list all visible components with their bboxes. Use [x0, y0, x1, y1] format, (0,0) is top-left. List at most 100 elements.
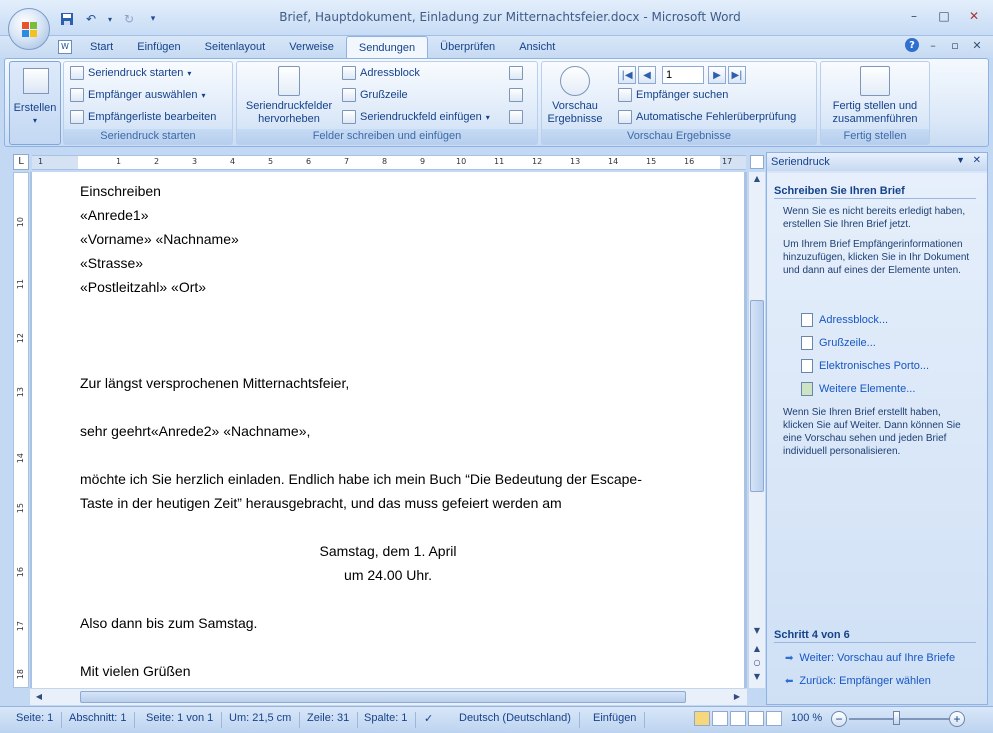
maximize-button[interactable]: □ [931, 6, 957, 26]
match-fields-icon [509, 88, 523, 102]
next-page-icon[interactable]: ▼ [750, 670, 764, 684]
redo-icon[interactable]: ↻ [120, 10, 138, 28]
doc-line[interactable]: Also dann bis zum Samstag. [80, 615, 257, 631]
previous-record-button[interactable]: ◀ [638, 66, 656, 84]
rules-button[interactable] [509, 66, 523, 80]
merge-field-strasse[interactable]: «Strasse» [80, 255, 143, 271]
view-ruler-icon[interactable] [750, 155, 764, 169]
doc-line[interactable]: Zur längst versprochenen Mitternachtsfei… [80, 375, 349, 391]
adressblock-button[interactable]: Adressblock [342, 66, 420, 80]
doc-line[interactable]: möchte ich Sie herzlich einladen. Endlic… [80, 471, 642, 487]
seriendruckfeld-einfuegen-button[interactable]: Seriendruckfeld einfügen ▾ [342, 110, 490, 124]
tab-einfuegen[interactable]: Einfügen [125, 36, 192, 58]
pane-link-porto[interactable]: Elektronisches Porto... [801, 359, 929, 373]
empfaengerliste-bearbeiten-button[interactable]: Empfängerliste bearbeiten [70, 110, 216, 124]
doc-line-date[interactable]: Samstag, dem 1. April [32, 543, 744, 559]
group-erstellen[interactable]: Erstellen ▾ [9, 61, 61, 145]
merge-field-plz-ort[interactable]: «Postleitzahl» «Ort» [80, 279, 206, 295]
proofing-icon[interactable]: ✓ [424, 712, 444, 728]
close-button[interactable]: ✕ [961, 6, 987, 26]
document-page[interactable]: Einschreiben «Anrede1» «Vorname» «Nachna… [32, 172, 744, 688]
status-section[interactable]: Abschnitt: 1 [69, 712, 136, 728]
seriendruck-starten-button[interactable]: Seriendruck starten ▾ [70, 66, 191, 80]
customize-qat-icon[interactable]: ▾ [144, 10, 162, 28]
previous-step-link[interactable]: ⬅ Zurück: Empfänger wählen [785, 675, 931, 687]
scroll-up-icon[interactable]: ▲ [750, 172, 764, 186]
horizontal-scroll-thumb[interactable] [80, 691, 686, 703]
doc-restore-button[interactable]: ▫ [947, 39, 963, 52]
tab-seitenlayout[interactable]: Seitenlayout [193, 36, 278, 58]
zoom-in-icon[interactable]: + [949, 711, 965, 727]
scroll-down-icon[interactable]: ▼ [750, 624, 764, 638]
vertical-scroll-thumb[interactable] [750, 300, 764, 492]
minimize-button[interactable]: – [901, 6, 927, 26]
empfaenger-suchen-button[interactable]: Empfänger suchen [618, 88, 728, 102]
status-language[interactable]: Deutsch (Deutschland) [459, 712, 580, 728]
undo-dropdown-icon[interactable]: ▾ [106, 10, 114, 28]
tab-sendungen[interactable]: Sendungen [345, 36, 429, 59]
doc-minimize-button[interactable]: – [925, 39, 941, 52]
save-icon[interactable] [58, 10, 76, 28]
status-line[interactable]: Zeile: 31 [307, 712, 359, 728]
tab-ansicht[interactable]: Ansicht [507, 36, 567, 58]
tab-ueberpruefen[interactable]: Überprüfen [428, 36, 507, 58]
merge-field-name[interactable]: «Vorname» «Nachname» [80, 231, 239, 247]
seriendruckfelder-hervorheben-button[interactable]: Seriendruckfelder hervorheben [241, 66, 337, 126]
ruler-tick: 17 [722, 157, 733, 166]
doc-close-button[interactable]: ✕ [969, 39, 985, 52]
web-layout-view-icon[interactable] [730, 711, 746, 726]
full-screen-view-icon[interactable] [712, 711, 728, 726]
zoom-slider-knob[interactable] [893, 711, 900, 725]
empfaenger-auswaehlen-button[interactable]: Empfänger auswählen ▾ [70, 88, 205, 102]
pane-menu-icon[interactable]: ▼ [956, 155, 965, 165]
first-record-button[interactable]: |◀ [618, 66, 636, 84]
pane-link-adressblock[interactable]: Adressblock... [801, 313, 888, 327]
pane-link-weitere[interactable]: Weitere Elemente... [801, 382, 915, 396]
horizontal-ruler[interactable]: 1 1 2 3 4 5 6 7 8 9 10 11 12 13 14 15 16… [32, 155, 746, 170]
browse-object-icon[interactable]: ○ [750, 656, 764, 670]
office-button[interactable] [8, 8, 50, 50]
help-icon[interactable]: ? [905, 38, 919, 52]
grusszeile-label: Grußzeile [360, 89, 408, 101]
vertical-ruler[interactable]: 10 11 12 13 14 15 16 17 18 [13, 172, 29, 688]
doc-line[interactable]: Taste in der heutigen Zeit” herausgebrac… [80, 495, 562, 511]
draft-view-icon[interactable] [766, 711, 782, 726]
doc-line-time[interactable]: um 24.00 Uhr. [32, 567, 744, 583]
record-number-input[interactable] [662, 66, 704, 84]
zoom-out-icon[interactable]: − [831, 711, 847, 727]
update-labels-button[interactable] [509, 110, 523, 124]
status-column[interactable]: Spalte: 1 [364, 712, 417, 728]
doc-line-greeting[interactable]: sehr geehrt«Anrede2» «Nachname», [80, 423, 310, 439]
last-record-button[interactable]: ▶| [728, 66, 746, 84]
scroll-left-icon[interactable]: ◀ [32, 690, 46, 704]
scroll-right-icon[interactable]: ▶ [730, 690, 744, 704]
next-step-link[interactable]: ➡ Weiter: Vorschau auf Ihre Briefe [785, 652, 955, 664]
next-record-button[interactable]: ▶ [708, 66, 726, 84]
undo-icon[interactable]: ↶ [82, 10, 100, 28]
status-page[interactable]: Seite: 1 [16, 712, 63, 728]
status-pages[interactable]: Seite: 1 von 1 [146, 712, 223, 728]
status-mode[interactable]: Einfügen [593, 712, 646, 728]
vorschau-ergebnisse-button[interactable]: Vorschau Ergebnisse [546, 66, 604, 126]
tab-verweise[interactable]: Verweise [277, 36, 346, 58]
previous-page-icon[interactable]: ▲ [750, 642, 764, 656]
fertig-stellen-button[interactable]: Fertig stellen und zusammenführen [823, 66, 927, 126]
print-layout-view-icon[interactable] [694, 711, 710, 726]
zoom-level[interactable]: 100 % [791, 712, 830, 728]
vertical-scrollbar[interactable]: ▲ ▼ ▲ ○ ▼ [748, 172, 765, 688]
ruler-tick: 11 [16, 279, 25, 290]
merge-field-anrede1[interactable]: «Anrede1» [80, 207, 149, 223]
doc-line[interactable]: Mit vielen Grüßen [80, 663, 190, 679]
pane-close-icon[interactable]: ✕ [973, 155, 981, 166]
grusszeile-button[interactable]: Grußzeile [342, 88, 408, 102]
match-fields-button[interactable] [509, 88, 523, 102]
horizontal-scrollbar[interactable]: ◀ ▶ [30, 688, 747, 705]
ruler-tick: 16 [16, 567, 25, 578]
tab-start[interactable]: Start [78, 36, 125, 58]
doc-line[interactable]: Einschreiben [80, 183, 161, 199]
status-position[interactable]: Um: 21,5 cm [229, 712, 301, 728]
pane-link-grusszeile[interactable]: Grußzeile... [801, 336, 876, 350]
outline-view-icon[interactable] [748, 711, 764, 726]
fehlerueberpruefung-button[interactable]: Automatische Fehlerüberprüfung [618, 110, 796, 124]
tab-selector[interactable]: L [13, 154, 29, 170]
